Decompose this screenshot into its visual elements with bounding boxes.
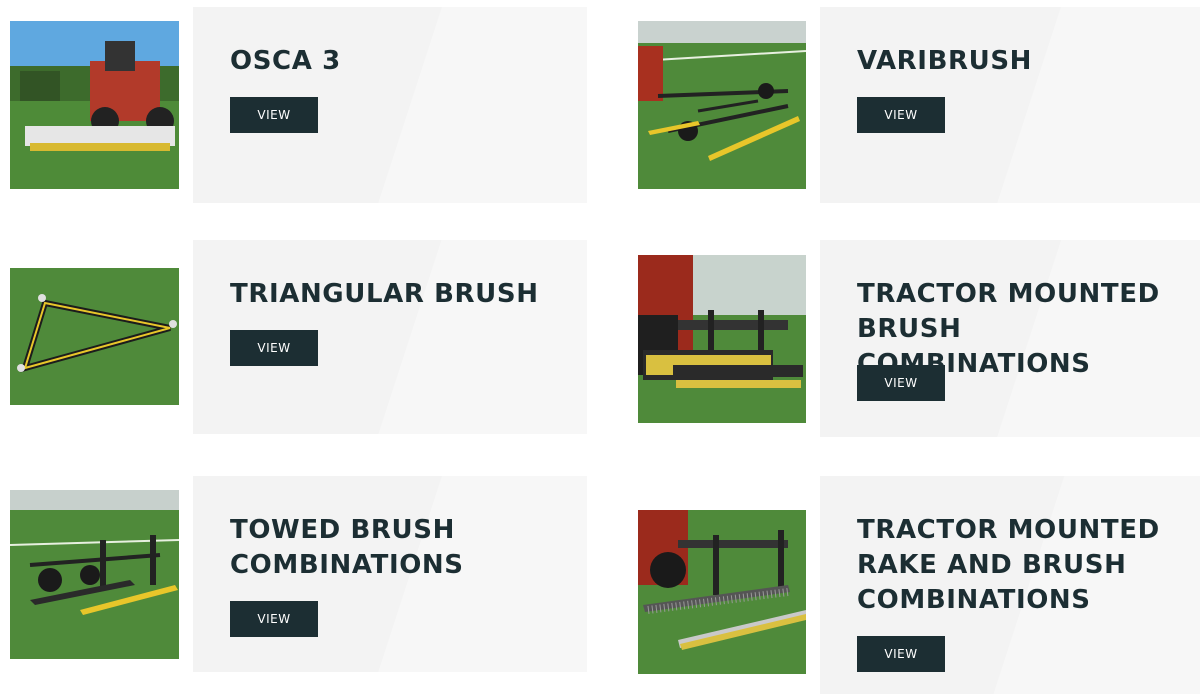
view-button-triangular-brush[interactable]: VIEW — [230, 330, 318, 366]
product-image-osca-3[interactable] — [10, 21, 179, 189]
product-title: VARIBRUSH — [857, 46, 1033, 76]
product-panel-osca-3: OSCA 3 VIEW — [193, 7, 587, 203]
view-button-tractor-mounted-brush-combinations[interactable]: VIEW — [857, 365, 945, 401]
product-image-varibrush[interactable] — [638, 21, 806, 189]
product-panel-tractor-mounted-brush-combinations: TRACTOR MOUNTED BRUSH COMBINATIONS VIEW — [820, 240, 1200, 437]
product-title: OSCA 3 — [230, 46, 341, 76]
view-button-osca-3[interactable]: VIEW — [230, 97, 318, 133]
product-title: TOWED BRUSH COMBINATIONS — [230, 515, 464, 580]
product-title: TRIANGULAR BRUSH — [230, 279, 539, 309]
product-image-tractor-mounted-brush-combinations[interactable] — [638, 255, 806, 423]
product-panel-varibrush: VARIBRUSH VIEW — [820, 7, 1200, 203]
product-image-tractor-mounted-rake-and-brush-combinations[interactable] — [638, 510, 806, 674]
product-panel-triangular-brush: TRIANGULAR BRUSH VIEW — [193, 240, 587, 434]
view-button-tractor-mounted-rake-and-brush-combinations[interactable]: VIEW — [857, 636, 945, 672]
view-button-varibrush[interactable]: VIEW — [857, 97, 945, 133]
view-button-towed-brush-combinations[interactable]: VIEW — [230, 601, 318, 637]
product-image-triangular-brush[interactable] — [10, 268, 179, 405]
product-panel-tractor-mounted-rake-and-brush-combinations: TRACTOR MOUNTED RAKE AND BRUSH COMBINATI… — [820, 476, 1200, 694]
product-title: TRACTOR MOUNTED RAKE AND BRUSH COMBINATI… — [857, 515, 1160, 615]
product-panel-towed-brush-combinations: TOWED BRUSH COMBINATIONS VIEW — [193, 476, 587, 672]
product-image-towed-brush-combinations[interactable] — [10, 490, 179, 659]
